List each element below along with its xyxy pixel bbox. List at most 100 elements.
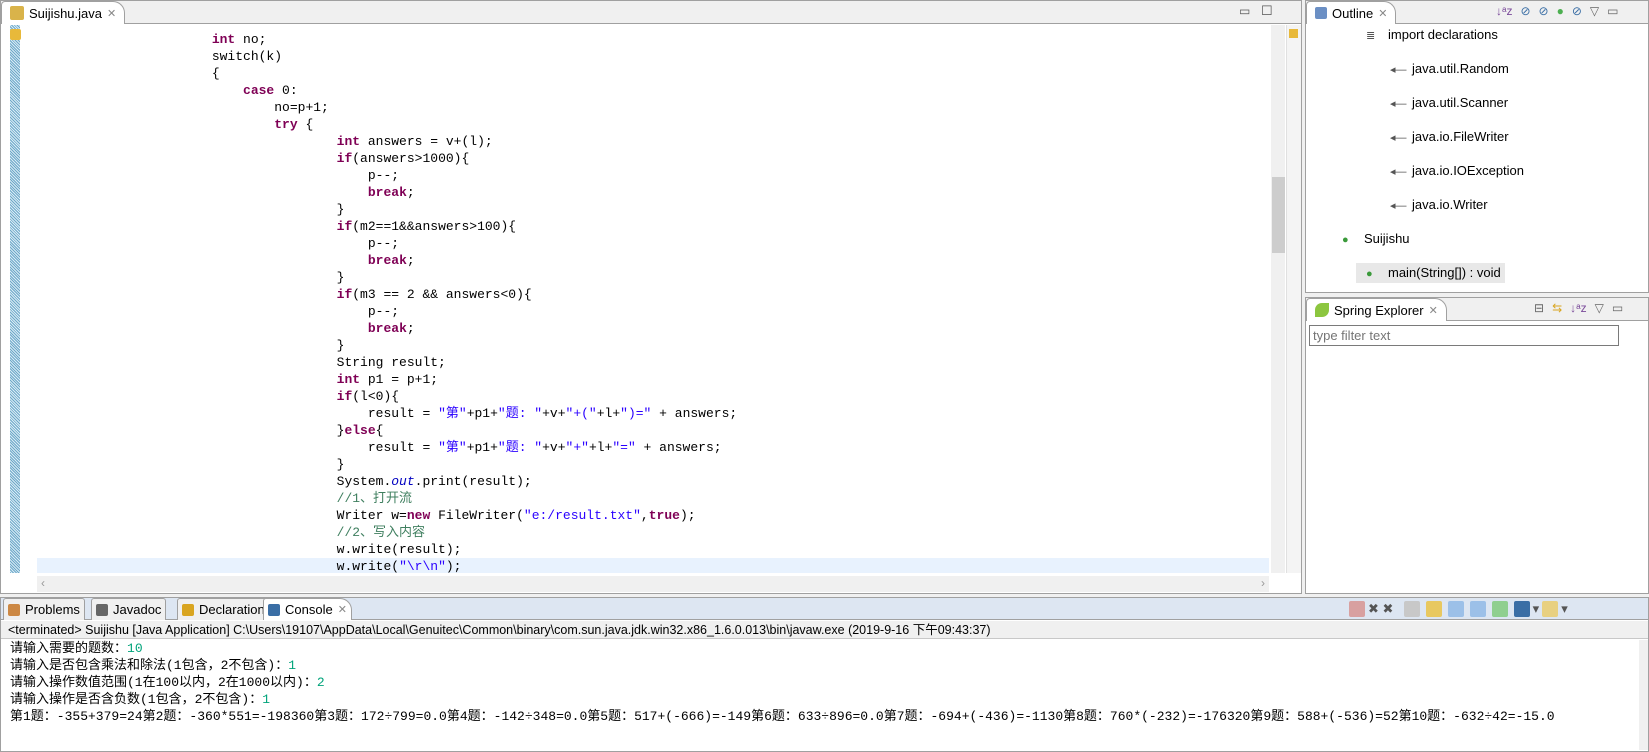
filter-input[interactable]	[1309, 325, 1619, 346]
show-on-stdout-icon[interactable]	[1447, 601, 1464, 617]
console-user-input: 1	[262, 692, 271, 707]
code-token: +p1+	[466, 406, 498, 421]
code-line[interactable]: result = "第"+p1+"题: "+v+"+"+l+"=" + answ…	[37, 439, 1269, 456]
problems-icon	[8, 603, 20, 616]
outline-item[interactable]: ● Suijishu	[1306, 229, 1648, 249]
terminate-icon[interactable]	[1349, 601, 1365, 617]
code-token: int	[336, 372, 361, 387]
hide-fields-icon[interactable]: ⊘	[1520, 4, 1530, 18]
code-token: "\r\n"	[399, 559, 446, 573]
clear-console-icon[interactable]	[1403, 601, 1420, 617]
scroll-right-icon[interactable]: ›	[1261, 576, 1265, 590]
vertical-scrollbar[interactable]	[1271, 25, 1285, 573]
collapse-all-icon[interactable]: ⊟	[1534, 301, 1544, 315]
outline-item[interactable]: ◂— java.util.Scanner	[1306, 93, 1648, 113]
view-menu-icon[interactable]: ▽	[1590, 4, 1599, 18]
tab-javadoc[interactable]: Javadoc	[91, 598, 167, 620]
remove-launch-icon[interactable]: ✖	[1368, 601, 1379, 617]
code-token: "题: "	[497, 406, 543, 421]
code-line[interactable]: System.out.print(result);	[37, 473, 1269, 490]
tab-suijishu-java[interactable]: Suijishu.java ✕	[1, 1, 126, 24]
code-line[interactable]: {	[37, 65, 1269, 82]
console-scrollbar[interactable]	[1639, 640, 1648, 750]
code-line[interactable]: }	[37, 269, 1269, 286]
tab-spring-explorer[interactable]: Spring Explorer ✕	[1306, 298, 1447, 321]
code-token: }	[87, 270, 345, 285]
code-line[interactable]: if(l<0){	[37, 388, 1269, 405]
code-line[interactable]: p--;	[37, 167, 1269, 184]
hide-local-types-icon[interactable]: ⊘	[1572, 4, 1582, 18]
code-line[interactable]: no=p+1;	[37, 99, 1269, 116]
link-editor-icon[interactable]: ⇆	[1552, 301, 1562, 315]
code-token: p1 = p+1;	[360, 372, 439, 387]
code-line[interactable]: p--;	[37, 235, 1269, 252]
code-line[interactable]: }else{	[37, 422, 1269, 439]
code-line[interactable]: if(answers>1000){	[37, 150, 1269, 167]
console-output[interactable]: 请输入需要的题数：10 请输入是否包含乘法和除法(1包含，2不包含)：1 请输入操作…	[1, 640, 1639, 750]
close-icon[interactable]: ✕	[1378, 7, 1387, 20]
maximize-icon[interactable]: ☐	[1261, 3, 1273, 19]
tab-problems[interactable]: Problems	[3, 598, 85, 620]
code-line[interactable]: w.write("\r\n");	[37, 558, 1269, 573]
console-line: 请输入操作数值范围(1在100以内，2在1000以内)：2	[1, 674, 1639, 691]
outline-item[interactable]: ● main(String[]) : void	[1356, 263, 1505, 283]
code-token: new	[406, 508, 431, 523]
outline-tree[interactable]: ≣ import declarations ◂— java.util.Random ◂—…	[1306, 25, 1648, 283]
sort-icon[interactable]: ↓ᵃz	[1570, 301, 1586, 315]
code-area[interactable]: int no; switch(k) { case 0: no=p+1; try …	[37, 31, 1269, 573]
warning-marker-icon[interactable]	[10, 29, 21, 40]
code-editor[interactable]: Suijishu.java ✕ ▭ ☐ int no; switch(k) { …	[0, 0, 1302, 594]
open-console-icon[interactable]	[1542, 601, 1559, 617]
code-line[interactable]: int answers = v+(l);	[37, 133, 1269, 150]
hide-static-icon[interactable]: ⊘	[1539, 4, 1549, 18]
display-console-icon[interactable]	[1513, 601, 1530, 617]
overview-ruler[interactable]	[1286, 25, 1301, 573]
code-line[interactable]: int p1 = p+1;	[37, 371, 1269, 388]
code-line[interactable]: }	[37, 201, 1269, 218]
code-line[interactable]: String result;	[37, 354, 1269, 371]
code-line[interactable]: w.write(result);	[37, 541, 1269, 558]
hide-nonpublic-icon[interactable]: ●	[1557, 4, 1564, 18]
code-line[interactable]: break;	[37, 320, 1269, 337]
tab-outline[interactable]: Outline ✕	[1306, 1, 1397, 24]
code-line[interactable]: if(m3 == 2 && answers<0){	[37, 286, 1269, 303]
show-on-stderr-icon[interactable]	[1469, 601, 1486, 617]
minimize-icon[interactable]: ▭	[1239, 4, 1250, 18]
scroll-lock-icon[interactable]	[1425, 601, 1442, 617]
code-line[interactable]: }	[37, 337, 1269, 354]
code-line[interactable]: switch(k)	[37, 48, 1269, 65]
outline-item[interactable]: ≣ import declarations	[1306, 25, 1648, 45]
scrollbar-thumb[interactable]	[1272, 177, 1285, 253]
code-line[interactable]: p--;	[37, 303, 1269, 320]
tab-declaration[interactable]: Declaration	[177, 598, 270, 620]
close-icon[interactable]: ✕	[338, 603, 347, 616]
code-line[interactable]: }	[37, 456, 1269, 473]
code-line[interactable]: case 0:	[37, 82, 1269, 99]
code-line[interactable]: break;	[37, 184, 1269, 201]
code-line[interactable]: //2、写入内容	[37, 524, 1269, 541]
remove-all-launches-icon[interactable]: ✖	[1383, 601, 1394, 617]
tab-console[interactable]: Console ✕	[263, 598, 352, 620]
minimize-icon[interactable]: ▭	[1612, 301, 1623, 315]
outline-item[interactable]: ◂— java.io.Writer	[1306, 195, 1648, 215]
outline-item[interactable]: ◂— java.util.Random	[1306, 59, 1648, 79]
close-icon[interactable]: ✕	[1429, 304, 1438, 317]
view-menu-icon[interactable]: ▽	[1595, 301, 1604, 315]
horizontal-scrollbar[interactable]: ‹ ›	[37, 576, 1269, 592]
sort-icon[interactable]: ↓ᵃz	[1496, 4, 1512, 18]
pin-console-icon[interactable]	[1491, 601, 1508, 617]
code-line[interactable]: if(m2==1&&answers>100){	[37, 218, 1269, 235]
code-line[interactable]: //1、打开流	[37, 490, 1269, 507]
code-line[interactable]: result = "第"+p1+"题: "+v+"+("+l+")=" + an…	[37, 405, 1269, 422]
code-line[interactable]: break;	[37, 252, 1269, 269]
code-line[interactable]: try {	[37, 116, 1269, 133]
code-line[interactable]: int no;	[37, 31, 1269, 48]
warning-summary-icon[interactable]	[1289, 29, 1298, 38]
outline-item[interactable]: ◂— java.io.IOException	[1306, 161, 1648, 181]
minimize-icon[interactable]: ▭	[1607, 4, 1618, 18]
close-icon[interactable]: ✕	[107, 7, 116, 20]
scroll-left-icon[interactable]: ‹	[41, 576, 45, 590]
outline-item[interactable]: ◂— java.io.FileWriter	[1306, 127, 1648, 147]
code-line[interactable]: Writer w=new FileWriter("e:/result.txt",…	[37, 507, 1269, 524]
